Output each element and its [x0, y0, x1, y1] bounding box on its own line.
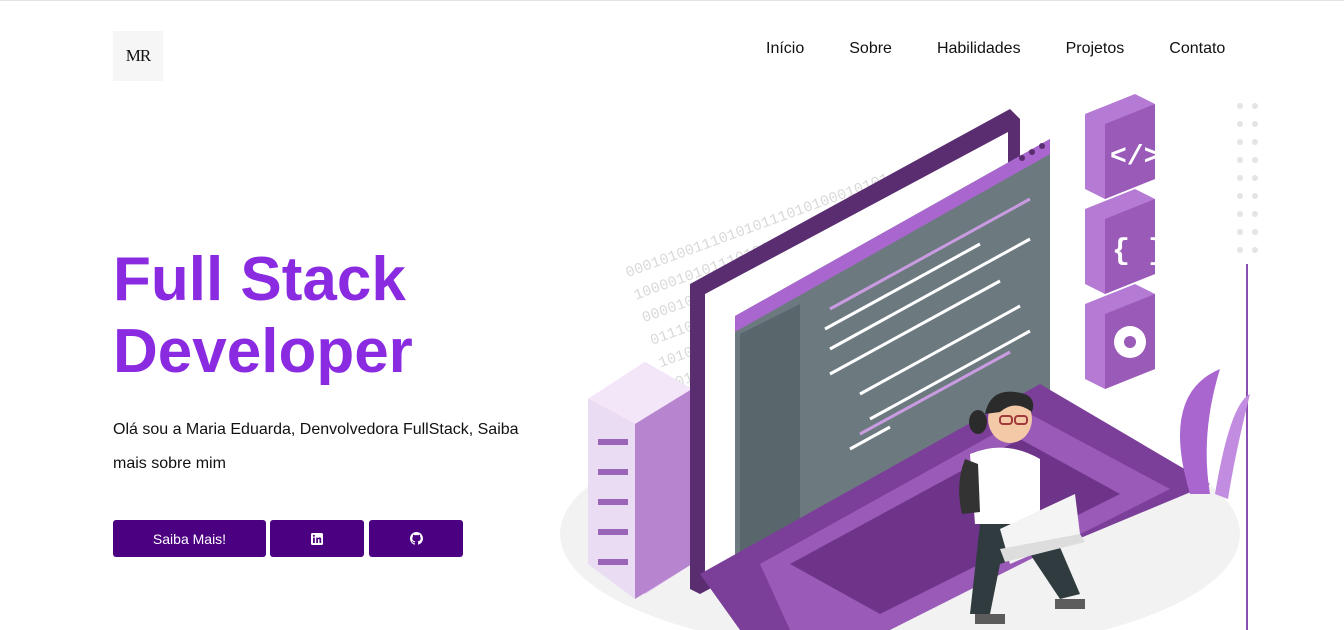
top-divider	[0, 0, 1344, 1]
page-title: Full Stack Developer	[113, 244, 533, 388]
svg-text:</>: </>	[1110, 142, 1160, 173]
nav-item-sobre[interactable]: Sobre	[849, 40, 892, 58]
title-line-1: Full Stack	[113, 245, 406, 314]
nav-item-projetos[interactable]: Projetos	[1066, 40, 1125, 58]
title-line-2: Developer	[113, 317, 413, 386]
code-tag-icon: </>	[1085, 94, 1160, 199]
gear-icon	[1085, 284, 1155, 389]
braces-icon: { }	[1085, 189, 1166, 294]
github-icon	[409, 532, 423, 545]
decorative-dots	[1237, 103, 1258, 253]
svg-text:{ }: { }	[1112, 235, 1166, 269]
logo[interactable]: MR	[113, 31, 163, 81]
server-stack	[588, 362, 692, 599]
saiba-mais-label: Saiba Mais!	[152, 530, 227, 547]
linkedin-button[interactable]	[270, 520, 364, 557]
main-nav: Início Sobre Habilidades Projetos Contat…	[766, 40, 1225, 58]
nav-item-habilidades[interactable]: Habilidades	[937, 40, 1021, 58]
linkedin-icon	[311, 532, 323, 545]
github-button[interactable]	[369, 520, 463, 557]
saiba-mais-button[interactable]: Saiba Mais!	[113, 520, 266, 557]
logo-text: MR	[125, 46, 151, 65]
developer-illustration: 0001010011101010111010100010101 10000101…	[560, 94, 1258, 630]
nav-item-inicio[interactable]: Início	[766, 40, 804, 58]
hero-description: Olá sou a Maria Eduarda, Denvolvedora Fu…	[113, 421, 519, 472]
plant	[1180, 369, 1250, 499]
nav-item-contato[interactable]: Contato	[1169, 40, 1225, 58]
